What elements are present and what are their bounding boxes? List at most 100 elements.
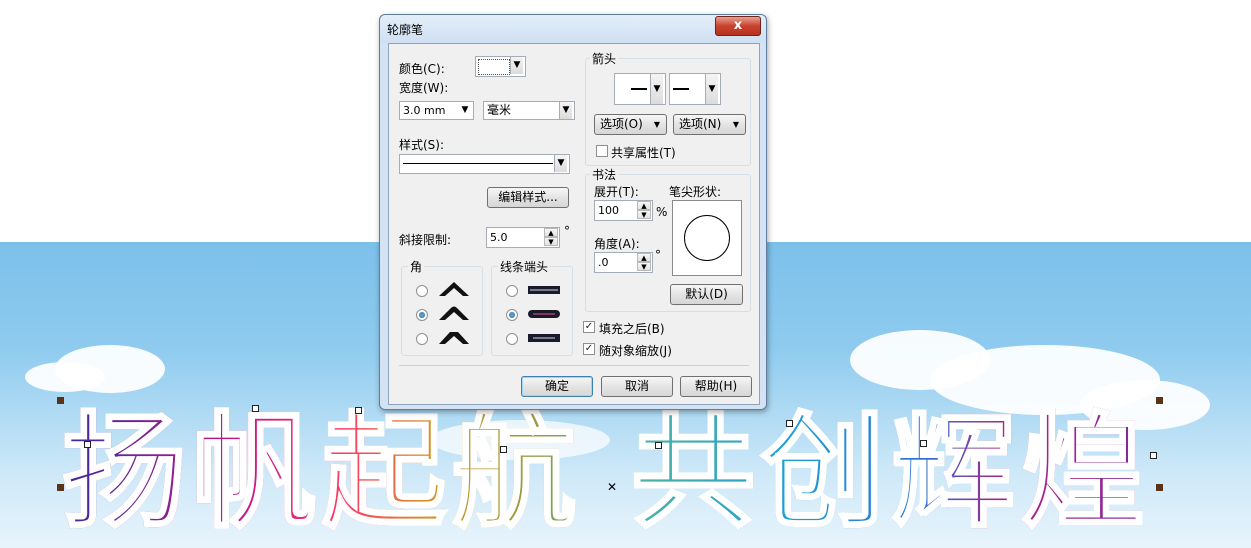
miter-corner-icon (439, 282, 469, 296)
corner-miter-radio[interactable] (416, 285, 428, 297)
outline-pen-dialog: 轮廓笔 x 颜色(C): ▼ 宽度(W): 3.0 mm ▼ 毫米 ▼ 样式(S… (379, 14, 767, 410)
corners-title: 角 (408, 258, 425, 275)
butt-cap-icon (528, 286, 560, 294)
spin-down-icon[interactable]: ▼ (637, 210, 651, 219)
path-node[interactable] (84, 441, 91, 448)
options-right-label: 选项(N) (679, 117, 722, 131)
default-button[interactable]: 默认(D) (670, 284, 743, 305)
end-arrow-select[interactable]: ▼ (669, 73, 721, 105)
cap-round-radio[interactable] (506, 309, 518, 321)
spin-up-icon[interactable]: ▲ (637, 253, 651, 262)
center-marker-icon: ✕ (607, 480, 618, 494)
chevron-down-icon: ▼ (732, 120, 739, 129)
cancel-button[interactable]: 取消 (601, 376, 673, 397)
path-node[interactable] (655, 442, 662, 449)
chevron-down-icon: ▼ (510, 57, 523, 74)
edit-style-button[interactable]: 编辑样式... (487, 187, 569, 208)
bevel-corner-icon (439, 332, 469, 344)
path-node[interactable] (355, 407, 362, 414)
footer-separator (399, 365, 749, 366)
cloud (55, 345, 165, 393)
line-style-select[interactable]: ▼ (399, 154, 570, 174)
style-label: 样式(S): (399, 138, 445, 152)
width-unit-select[interactable]: 毫米 ▼ (483, 101, 575, 120)
path-node[interactable] (252, 405, 259, 412)
miter-limit-input[interactable]: 5.0 ▲ ▼ (486, 227, 560, 248)
spin-up-icon[interactable]: ▲ (637, 201, 651, 210)
chevron-down-icon: ▼ (559, 102, 572, 119)
close-icon: x (733, 18, 743, 33)
cap-extended-radio[interactable] (506, 333, 518, 345)
start-arrow-options-button[interactable]: 选项(O) ▼ (594, 114, 667, 135)
chevron-down-icon: ▼ (554, 155, 567, 172)
chevron-down-icon: ▼ (461, 105, 469, 115)
width-unit-value: 毫米 (487, 103, 512, 117)
angle-input[interactable]: .0 ▲ ▼ (594, 252, 653, 273)
stretch-unit: % (656, 205, 668, 219)
options-left-label: 选项(O) (600, 117, 643, 131)
calligraphy-title: 书法 (590, 166, 619, 183)
color-label: 颜色(C): (399, 62, 445, 76)
spin-up-icon[interactable]: ▲ (544, 228, 558, 237)
miter-unit: ° (564, 224, 570, 238)
miter-limit-label: 斜接限制: (399, 233, 452, 247)
ok-button[interactable]: 确定 (521, 376, 593, 397)
arrow-start-preview (631, 88, 647, 90)
chevron-down-icon: ▼ (650, 74, 663, 104)
scale-with-object-label: 随对象缩放(J) (599, 344, 672, 358)
calligraphy-group: 书法 展开(T): 100 ▲ ▼ % 笔尖形状: 角度(A): .0 ▲ ▼ … (585, 166, 751, 312)
selection-handle[interactable] (57, 484, 64, 491)
width-value: 3.0 mm (403, 104, 446, 117)
miter-limit-value: 5.0 (490, 231, 508, 244)
dialog-titlebar[interactable]: 轮廓笔 x (380, 15, 766, 43)
help-button[interactable]: 帮助(H) (680, 376, 752, 397)
corner-bevel-radio[interactable] (416, 333, 428, 345)
banner-artistic-text[interactable]: 扬帆起航 共创辉煌 (62, 398, 1162, 548)
spin-down-icon[interactable]: ▼ (637, 262, 651, 271)
corner-round-radio[interactable] (416, 309, 428, 321)
chevron-down-icon: ▼ (705, 74, 718, 104)
stretch-label: 展开(T): (594, 185, 639, 199)
corners-group: 角 (401, 258, 483, 356)
cap-square-radio[interactable] (506, 285, 518, 297)
start-arrow-select[interactable]: ▼ (614, 73, 666, 105)
arrows-title: 箭头 (590, 50, 619, 67)
behind-fill-label: 填充之后(B) (599, 322, 665, 336)
path-node[interactable] (500, 446, 507, 453)
selection-handle[interactable] (1156, 484, 1163, 491)
close-button[interactable]: x (715, 16, 761, 36)
square-cap-icon (528, 334, 560, 342)
width-combo[interactable]: 3.0 mm ▼ (399, 101, 474, 120)
round-cap-icon (528, 310, 560, 318)
scale-with-object-checkbox[interactable]: ✓ (583, 343, 595, 355)
stretch-value: 100 (598, 204, 619, 217)
color-swatch (478, 59, 510, 75)
behind-fill-checkbox[interactable]: ✓ (583, 321, 595, 333)
path-node[interactable] (1150, 452, 1157, 459)
angle-label: 角度(A): (594, 237, 640, 251)
line-caps-title: 线条端头 (498, 258, 551, 275)
chevron-down-icon: ▼ (653, 120, 660, 129)
nib-shape-label: 笔尖形状: (669, 185, 722, 199)
color-picker[interactable]: ▼ (475, 56, 526, 77)
stretch-input[interactable]: 100 ▲ ▼ (594, 200, 653, 221)
nib-shape-preview[interactable] (672, 200, 742, 276)
spin-down-icon[interactable]: ▼ (544, 237, 558, 246)
nib-circle-icon (684, 215, 730, 261)
path-node[interactable] (786, 420, 793, 427)
dialog-title: 轮廓笔 (387, 23, 424, 37)
round-corner-icon (439, 306, 469, 320)
share-attributes-label: 共享属性(T) (611, 146, 676, 160)
arrows-group: 箭头 ▼ ▼ 选项(O) ▼ 选项(N) ▼ 共享属性(T) (585, 50, 751, 166)
end-arrow-options-button[interactable]: 选项(N) ▼ (673, 114, 746, 135)
line-style-preview (403, 163, 553, 164)
dialog-client-area: 颜色(C): ▼ 宽度(W): 3.0 mm ▼ 毫米 ▼ 样式(S): ▼ 编… (388, 43, 760, 405)
path-node[interactable] (920, 440, 927, 447)
arrow-end-preview (673, 88, 689, 90)
angle-value: .0 (598, 256, 609, 269)
angle-unit: ° (655, 248, 661, 262)
share-attributes-checkbox[interactable] (596, 145, 608, 157)
selection-handle[interactable] (57, 397, 64, 404)
width-label: 宽度(W): (399, 81, 449, 95)
selection-handle[interactable] (1156, 397, 1163, 404)
